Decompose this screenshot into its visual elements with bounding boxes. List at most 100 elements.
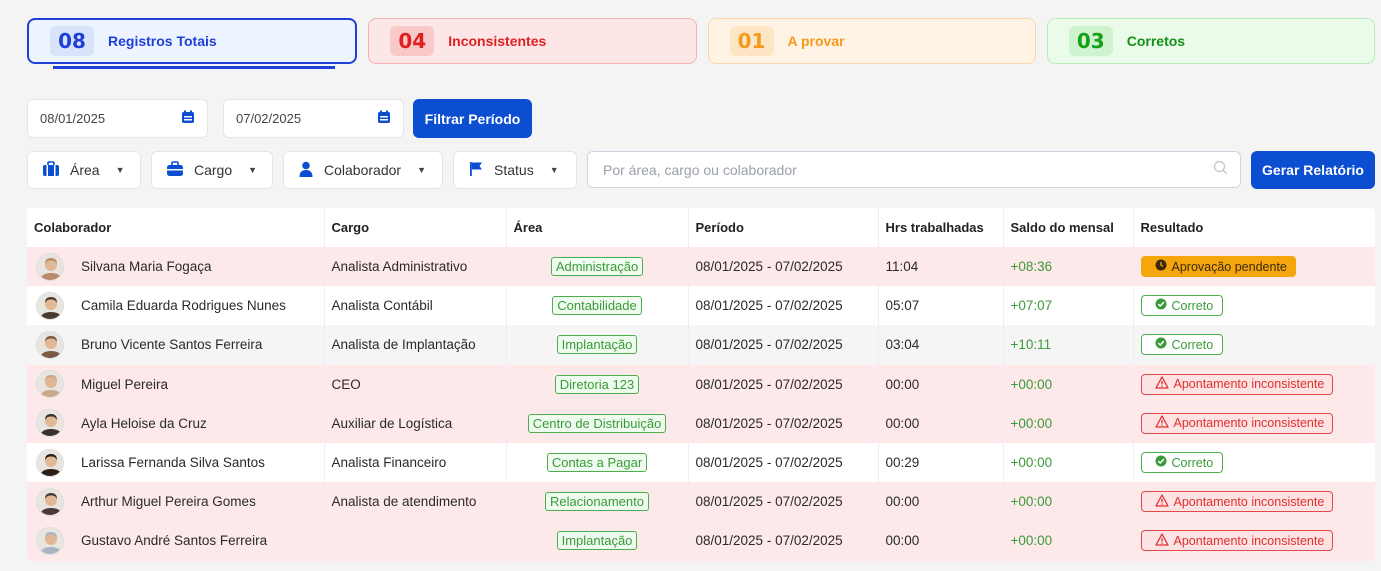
- search-box[interactable]: [587, 151, 1241, 188]
- avatar[interactable]: [36, 252, 64, 281]
- cell-saldo: +08:36: [1003, 247, 1134, 287]
- status-filter-dropdown[interactable]: Status ▼: [453, 151, 577, 189]
- cell-colaborador: Silvana Maria Fogaça: [27, 247, 325, 287]
- col-header-resultado[interactable]: Resultado: [1133, 208, 1375, 247]
- cell-saldo: +00:00: [1003, 364, 1134, 404]
- table-row[interactable]: Bruno Vicente Santos Ferreira Analista de…: [27, 325, 1375, 365]
- avatar[interactable]: [36, 370, 64, 399]
- warning-icon: [1154, 533, 1169, 549]
- result-badge[interactable]: Apontamento inconsistente: [1140, 530, 1334, 552]
- employee-name[interactable]: Ayla Heloise da Cruz: [81, 416, 207, 431]
- area-tag: Centro de Distribuição: [527, 413, 667, 433]
- start-date-field[interactable]: 08/01/2025: [27, 99, 208, 138]
- cell-periodo: 08/01/2025 - 07/02/2025: [688, 364, 879, 404]
- avatar[interactable]: [36, 526, 64, 555]
- col-header-colaborador[interactable]: Colaborador: [27, 208, 325, 247]
- employee-name[interactable]: Gustavo André Santos Ferreira: [81, 533, 267, 548]
- result-badge[interactable]: Correto: [1140, 452, 1223, 474]
- avatar[interactable]: [36, 409, 64, 438]
- records-table: Colaborador Cargo Área Período Hrs traba…: [27, 208, 1375, 561]
- card-correct[interactable]: 03 Corretos: [1046, 18, 1375, 64]
- result-badge[interactable]: Apontamento inconsistente: [1140, 412, 1334, 434]
- col-header-area[interactable]: Área: [506, 208, 689, 247]
- generate-report-button[interactable]: Gerar Relatório: [1251, 151, 1375, 189]
- result-badge[interactable]: Apontamento inconsistente: [1140, 373, 1334, 395]
- clock-icon: [1155, 259, 1167, 274]
- cell-cargo: [324, 521, 507, 561]
- chevron-down-icon: ▼: [549, 165, 559, 175]
- avatar[interactable]: [36, 487, 64, 516]
- area-filter-dropdown[interactable]: Área ▼: [27, 151, 141, 189]
- cell-periodo: 08/01/2025 - 07/02/2025: [688, 521, 879, 561]
- employee-name[interactable]: Miguel Pereira: [81, 377, 168, 392]
- avatar[interactable]: [36, 448, 64, 477]
- col-header-saldo[interactable]: Saldo do mensal: [1003, 208, 1134, 247]
- cell-cargo: Analista Financeiro: [324, 442, 507, 483]
- cell-cargo: Analista de atendimento: [324, 482, 507, 522]
- check-circle-icon: [1155, 337, 1167, 352]
- cell-area: Administração: [506, 247, 689, 287]
- col-header-cargo[interactable]: Cargo: [324, 208, 507, 247]
- cargo-filter-dropdown[interactable]: Cargo ▼: [151, 151, 273, 189]
- cell-area: Implantação: [506, 521, 689, 561]
- search-icon[interactable]: [1213, 160, 1228, 180]
- cell-area: Relacionamento: [506, 482, 689, 522]
- result-label: Correto: [1171, 298, 1214, 313]
- table-row[interactable]: Miguel Pereira CEO Diretoria 123 08/01/2025…: [27, 364, 1375, 404]
- table-row[interactable]: Ayla Heloise da Cruz Auxiliar de Logístic…: [27, 403, 1375, 443]
- total-label: Registros Totais: [108, 33, 217, 49]
- active-card-indicator: [53, 66, 335, 69]
- table-row[interactable]: Arthur Miguel Pereira Gomes Analista de a…: [27, 482, 1375, 522]
- table-header-row: Colaborador Cargo Área Período Hrs traba…: [27, 208, 1375, 247]
- area-tag: Relacionamento: [545, 492, 649, 512]
- end-date-value: 07/02/2025: [236, 111, 302, 126]
- result-badge[interactable]: Apontamento inconsistente: [1140, 491, 1334, 513]
- table-row[interactable]: Camila Eduarda Rodrigues Nunes Analista C…: [27, 286, 1375, 326]
- result-label: Aprovação pendente: [1171, 259, 1287, 274]
- calendar-icon[interactable]: [377, 110, 391, 127]
- result-badge[interactable]: Correto: [1140, 334, 1223, 356]
- card-inconsistent[interactable]: 04 Inconsistentes: [368, 18, 697, 64]
- status-filter-label: Status: [494, 162, 534, 178]
- cell-hrs: 00:29: [878, 442, 1004, 483]
- cell-cargo: Analista Administrativo: [324, 247, 507, 287]
- avatar[interactable]: [36, 291, 64, 320]
- table-row[interactable]: Gustavo André Santos Ferreira Implantação…: [27, 521, 1375, 561]
- employee-name[interactable]: Bruno Vicente Santos Ferreira: [81, 337, 262, 352]
- cell-colaborador: Camila Eduarda Rodrigues Nunes: [27, 286, 325, 326]
- chevron-down-icon: ▼: [115, 165, 125, 175]
- employee-name[interactable]: Larissa Fernanda Silva Santos: [81, 455, 265, 470]
- total-count: 08: [50, 26, 94, 56]
- col-header-periodo[interactable]: Período: [688, 208, 879, 247]
- cell-saldo: +00:00: [1003, 521, 1134, 561]
- card-total-records[interactable]: 08 Registros Totais: [27, 18, 358, 64]
- filter-period-button[interactable]: Filtrar Período: [413, 99, 532, 138]
- result-label: Correto: [1171, 455, 1214, 470]
- cell-resultado: Apontamento inconsistente: [1133, 364, 1375, 404]
- col-header-hrs[interactable]: Hrs trabalhadas: [878, 208, 1004, 247]
- employee-name[interactable]: Camila Eduarda Rodrigues Nunes: [81, 298, 286, 313]
- employee-name[interactable]: Silvana Maria Fogaça: [81, 259, 212, 274]
- calendar-icon[interactable]: [181, 110, 195, 127]
- result-badge[interactable]: Aprovação pendente: [1140, 256, 1296, 278]
- cell-hrs: 00:00: [878, 482, 1004, 522]
- cell-hrs: 11:04: [878, 247, 1004, 287]
- area-tag: Diretoria 123: [554, 374, 640, 394]
- area-tag: Implantação: [556, 531, 638, 551]
- cell-saldo: +10:11: [1003, 325, 1134, 365]
- table-row[interactable]: Larissa Fernanda Silva Santos Analista Fi…: [27, 442, 1375, 483]
- chevron-down-icon: ▼: [248, 165, 258, 175]
- cell-cargo: Analista Contábil: [324, 286, 507, 326]
- table-row[interactable]: Silvana Maria Fogaça Analista Administrat…: [27, 247, 1375, 287]
- colaborador-filter-dropdown[interactable]: Colaborador ▼: [283, 151, 443, 189]
- cell-periodo: 08/01/2025 - 07/02/2025: [688, 403, 879, 443]
- correct-label: Corretos: [1126, 33, 1186, 49]
- summary-cards: 08 Registros Totais 04 Inconsistentes 01…: [27, 18, 1375, 64]
- card-to-approve[interactable]: 01 A provar: [707, 18, 1036, 64]
- end-date-field[interactable]: 07/02/2025: [223, 99, 404, 138]
- result-badge[interactable]: Correto: [1140, 295, 1223, 317]
- employee-name[interactable]: Arthur Miguel Pereira Gomes: [81, 494, 256, 509]
- check-circle-icon: [1155, 298, 1167, 313]
- avatar[interactable]: [36, 330, 64, 359]
- search-input[interactable]: [603, 161, 1213, 178]
